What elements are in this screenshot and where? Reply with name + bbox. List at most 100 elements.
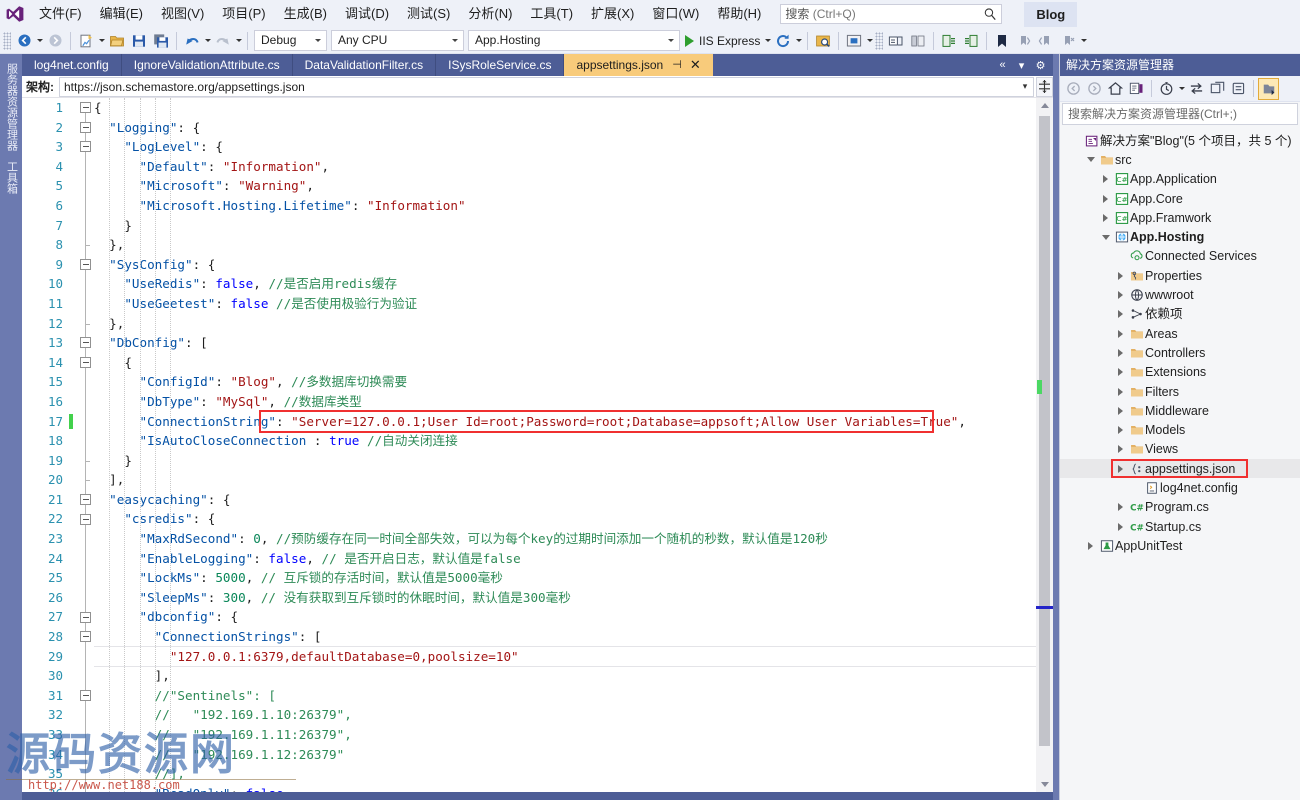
code-line[interactable]: }, (94, 314, 1036, 334)
fold-toggle-icon[interactable] (80, 337, 91, 348)
fold-toggle-icon[interactable] (80, 612, 91, 623)
code-line[interactable]: "Default": "Information", (94, 157, 1036, 177)
bookmark-prev-button[interactable] (1035, 30, 1057, 52)
tree-item[interactable]: Areas (1060, 324, 1300, 343)
menu-item-10[interactable]: 窗口(W) (643, 3, 708, 25)
menu-item-2[interactable]: 视图(V) (152, 3, 213, 25)
platform-combo[interactable]: Any CPU (331, 30, 464, 51)
tree-item[interactable]: Connected Services (1060, 247, 1300, 266)
tree-expander[interactable] (1113, 349, 1128, 357)
menu-item-3[interactable]: 项目(P) (213, 3, 274, 25)
find-in-files-button[interactable] (812, 30, 834, 52)
tree-item[interactable]: wwwroot (1060, 285, 1300, 304)
window-layout-button[interactable] (843, 30, 865, 52)
tree-expander[interactable] (1083, 157, 1098, 162)
sidebar-tab-server-explorer[interactable]: 服务器资源管理器 (3, 58, 20, 156)
tree-expander[interactable] (1113, 272, 1128, 280)
scrollbar-thumb[interactable] (1039, 116, 1050, 746)
home-icon[interactable] (1105, 78, 1126, 100)
new-item-button[interactable] (75, 30, 97, 52)
nav-back-icon[interactable] (1063, 78, 1084, 100)
solution-explorer-search-input[interactable]: 搜索解决方案资源管理器(Ctrl+;) (1062, 103, 1298, 125)
tree-item[interactable]: AppUnitTest (1060, 536, 1300, 555)
chevron-down-icon[interactable]: ▾ (1019, 81, 1031, 92)
code-line[interactable]: { (94, 98, 1036, 118)
code-line[interactable]: "UseRedis": false, //是否启用redis缓存 (94, 274, 1036, 294)
editor-vertical-scrollbar[interactable] (1036, 98, 1053, 792)
toolbar-grip[interactable] (3, 32, 11, 50)
tree-expander[interactable] (1098, 235, 1113, 240)
document-tab-3[interactable]: ISysRoleService.cs (436, 54, 564, 76)
code-line[interactable]: "Microsoft.Hosting.Lifetime": "Informati… (94, 196, 1036, 216)
code-line[interactable]: "MaxRdSecond": 0, //预防缓存在同一时间全部失效，可以为每个k… (94, 529, 1036, 549)
tree-expander[interactable] (1098, 195, 1113, 203)
tree-expander[interactable] (1113, 445, 1128, 453)
document-tab-0[interactable]: log4net.config (22, 54, 122, 76)
run-target-dropdown[interactable] (763, 39, 772, 42)
history-icon[interactable] (1156, 78, 1177, 100)
code-line[interactable]: "Logging": { (94, 118, 1036, 138)
menu-item-1[interactable]: 编辑(E) (91, 3, 152, 25)
tree-item[interactable]: C#Startup.cs (1060, 517, 1300, 536)
tree-expander[interactable] (1113, 310, 1128, 318)
fold-toggle-icon[interactable] (80, 514, 91, 525)
nav-forward-icon[interactable] (1084, 78, 1105, 100)
code-line[interactable]: } (94, 451, 1036, 471)
code-line[interactable]: "EnableLogging": false, // 是否开启日志，默认值是fa… (94, 549, 1036, 569)
tree-expander[interactable] (1098, 214, 1113, 222)
bookmark-clear-button[interactable] (1057, 30, 1079, 52)
startup-project-combo[interactable]: App.Hosting (468, 30, 680, 51)
chevron-double-left-icon[interactable]: « (993, 54, 1012, 76)
undo-dropdown[interactable] (203, 39, 212, 42)
code-line[interactable]: "ReadOnly": false (94, 784, 1036, 792)
tree-expander[interactable] (1113, 291, 1128, 299)
tree-item[interactable]: Models (1060, 420, 1300, 439)
menu-item-5[interactable]: 调试(D) (336, 3, 398, 25)
tree-expander[interactable] (1113, 426, 1128, 434)
refresh-icon[interactable] (1207, 78, 1228, 100)
tree-item[interactable]: C#App.Core (1060, 189, 1300, 208)
columns-button[interactable] (907, 30, 929, 52)
tree-item[interactable]: Properties (1060, 266, 1300, 285)
sync-with-active-document-icon[interactable] (1186, 78, 1207, 100)
document-tab-1[interactable]: IgnoreValidationAttribute.cs (122, 54, 293, 76)
scroll-down-arrow-icon[interactable] (1036, 777, 1053, 792)
split-view-icon[interactable] (1036, 77, 1053, 97)
code-line[interactable]: //"Sentinels": [ (94, 686, 1036, 706)
code-line[interactable]: "LockMs": 5000, // 互斥锁的存活时间，默认值是5000毫秒 (94, 568, 1036, 588)
fold-toggle-icon[interactable] (80, 357, 91, 368)
redo-button[interactable] (212, 30, 234, 52)
fold-toggle-icon[interactable] (80, 631, 91, 642)
code-line[interactable]: // "192.169.1.11:26379", (94, 725, 1036, 745)
tree-item[interactable]: App.Hosting (1060, 227, 1300, 246)
code-line[interactable]: "ConnectionStrings": [ (94, 627, 1036, 647)
tree-expander[interactable] (1113, 503, 1128, 511)
editor-surface[interactable]: 1234567891011121314151617181920212223242… (22, 98, 1036, 792)
bookmark-button[interactable] (991, 30, 1013, 52)
tree-item[interactable]: src (1060, 150, 1300, 169)
fold-toggle-icon[interactable] (80, 690, 91, 701)
menu-item-4[interactable]: 生成(B) (275, 3, 336, 25)
pin-icon[interactable]: ⊣ (672, 55, 682, 75)
tab-list-dropdown-icon[interactable]: ▾ (1012, 54, 1031, 76)
code-line[interactable]: // "192.169.1.10:26379", (94, 705, 1036, 725)
tree-item[interactable]: 依赖项 (1060, 305, 1300, 324)
code-line[interactable]: "IsAutoCloseConnection : true //自动关闭连接 (94, 431, 1036, 451)
toolbar-grip-2[interactable] (875, 32, 883, 50)
code-line[interactable]: "127.0.0.1:6379,defaultDatabase=0,poolsi… (94, 647, 1036, 667)
compare-button[interactable] (885, 30, 907, 52)
menu-item-11[interactable]: 帮助(H) (708, 3, 770, 25)
code-line[interactable]: ], (94, 666, 1036, 686)
menu-item-8[interactable]: 工具(T) (521, 3, 582, 25)
code-text-area[interactable]: { "Logging": { "LogLevel": { "Default": … (94, 98, 1036, 792)
code-line[interactable]: "DbType": "MySql", //数据库类型 (94, 392, 1036, 412)
code-line[interactable]: "LogLevel": { (94, 137, 1036, 157)
new-item-dropdown[interactable] (97, 39, 106, 42)
code-line[interactable]: // "192.169.1.12:26379" (94, 745, 1036, 765)
code-line[interactable]: "easycaching": { (94, 490, 1036, 510)
tree-item[interactable]: C#App.Framwork (1060, 208, 1300, 227)
save-all-button[interactable] (150, 30, 172, 52)
fold-toggle-icon[interactable] (80, 122, 91, 133)
tree-expander[interactable] (1113, 368, 1128, 376)
tree-expander[interactable] (1113, 523, 1128, 531)
